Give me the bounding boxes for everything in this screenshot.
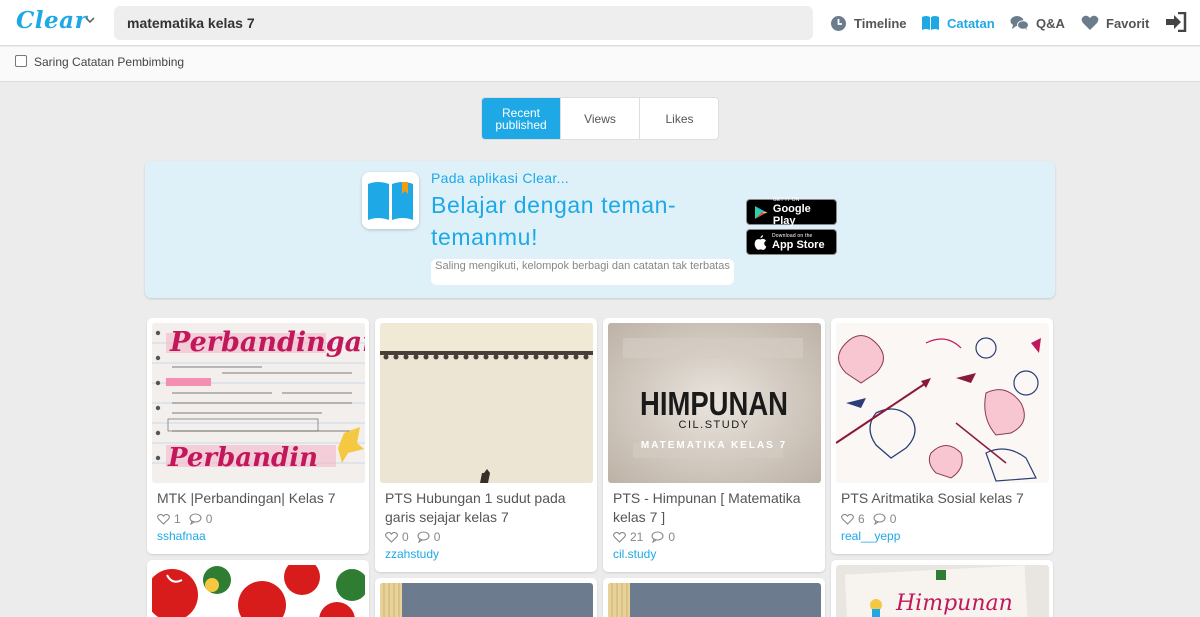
comment-count: 0	[889, 512, 897, 526]
google-play-icon	[754, 205, 768, 219]
nav-favorit-label: Favorit	[1106, 15, 1150, 31]
nav-timeline-label: Timeline	[854, 15, 907, 31]
note-thumbnail[interactable]: Perbandingan Perbandin	[152, 323, 365, 483]
chevron-down-icon[interactable]	[84, 15, 96, 25]
note-title[interactable]: MTK |Perbandingan| Kelas 7	[157, 489, 362, 508]
note-thumbnail[interactable]: HIMPUNAN CIL.STUDY MATEMATIKA KELAS 7	[608, 323, 821, 483]
thumb-title-top: Perbandingan	[169, 327, 365, 358]
note-card[interactable]: Himpunan	[831, 560, 1053, 617]
note-thumbnail[interactable]	[380, 583, 593, 617]
tab-views[interactable]: Views	[561, 98, 640, 139]
apple-icon	[754, 234, 767, 250]
note-card[interactable]: Perbandingan Perbandin MTK |Perbandingan…	[147, 318, 369, 554]
note-stats: 1 0	[157, 512, 220, 526]
heart-icon	[1081, 15, 1099, 30]
comment-count: 0	[205, 512, 213, 526]
filter-checkbox[interactable]	[15, 55, 27, 67]
promo-title: Belajar dengan teman- temanmu!	[431, 189, 731, 253]
like-count: 1	[174, 512, 181, 526]
note-thumbnail[interactable]	[608, 583, 821, 617]
heart-outline-icon	[841, 513, 854, 525]
chat-icon	[1010, 16, 1029, 31]
note-thumbnail[interactable]: Himpunan	[836, 565, 1049, 617]
note-author[interactable]: real__yepp	[841, 529, 900, 543]
note-card[interactable]: HIMPUNAN CIL.STUDY MATEMATIKA KELAS 7 PT…	[603, 318, 825, 572]
heart-outline-icon	[613, 531, 626, 543]
nav-qa[interactable]: Q&A	[1010, 13, 1065, 33]
clear-app-icon	[362, 172, 419, 229]
sign-in-icon[interactable]	[1165, 12, 1187, 32]
app-store-button[interactable]: Download on the App Store	[746, 229, 837, 255]
note-thumbnail[interactable]	[152, 565, 365, 617]
note-card[interactable]	[147, 560, 369, 617]
note-stats: 6 0	[841, 512, 904, 526]
google-play-big: Google Play	[772, 203, 811, 227]
filter-bar: Saring Catatan Pembimbing	[0, 47, 1200, 82]
app-promo-banner: Pada aplikasi Clear... Belajar dengan te…	[145, 161, 1055, 298]
note-thumbnail[interactable]	[836, 323, 1049, 483]
note-author[interactable]: cil.study	[613, 547, 656, 561]
clock-icon	[831, 15, 846, 31]
like-count: 0	[402, 530, 409, 544]
comment-outline-icon	[189, 513, 202, 525]
thumb-subtitle: CIL.STUDY	[679, 419, 750, 431]
note-author[interactable]: zzahstudy	[385, 547, 439, 561]
app-store-big: App Store	[772, 239, 825, 251]
heart-outline-icon	[157, 513, 170, 525]
like-count: 6	[858, 512, 865, 526]
promo-subtitle: Pada aplikasi Clear...	[431, 170, 570, 186]
nav-catatan-label: Catatan	[947, 15, 995, 31]
search-input[interactable]	[114, 6, 813, 40]
tab-recent-published[interactable]: Recent published	[482, 98, 561, 139]
thumb-caption: MATEMATIKA KELAS 7	[641, 440, 787, 451]
comment-count: 0	[668, 530, 676, 544]
comment-outline-icon	[651, 531, 664, 543]
filter-label[interactable]: Saring Catatan Pembimbing	[34, 55, 184, 69]
thumb-title: Himpunan	[895, 591, 1013, 616]
note-card[interactable]	[375, 578, 597, 617]
comment-count: 0	[433, 530, 441, 544]
comment-outline-icon	[873, 513, 886, 525]
note-stats: 0 0	[385, 530, 448, 544]
google-play-button[interactable]: GET IT ON Google Play	[746, 197, 837, 227]
book-icon	[922, 16, 939, 30]
top-header: Clear Timeline Catatan Q&A Favorit	[0, 0, 1200, 46]
tab-likes[interactable]: Likes	[640, 98, 718, 139]
promo-title-line-2: temanmu!	[431, 224, 539, 250]
thumb-title-bottom: Perbandin	[167, 443, 318, 473]
note-title[interactable]: PTS Hubungan 1 sudut pada garis sejajar …	[385, 489, 590, 527]
nav-qa-label: Q&A	[1036, 15, 1065, 31]
note-stats: 21 0	[613, 530, 683, 544]
note-author[interactable]: sshafnaa	[157, 529, 206, 543]
comment-outline-icon	[417, 531, 430, 543]
nav-timeline[interactable]: Timeline	[830, 13, 907, 33]
note-title[interactable]: PTS Aritmatika Sosial kelas 7	[841, 489, 1046, 508]
heart-outline-icon	[385, 531, 398, 543]
note-card[interactable]: PTS Hubungan 1 sudut pada garis sejajar …	[375, 318, 597, 572]
sort-tabs: Recent published Views Likes	[481, 97, 719, 140]
like-count: 21	[630, 530, 644, 544]
nav-favorit[interactable]: Favorit	[1081, 13, 1149, 33]
note-card[interactable]	[603, 578, 825, 617]
clear-logo[interactable]: Clear	[16, 7, 87, 34]
note-thumbnail[interactable]	[380, 323, 593, 483]
note-title[interactable]: PTS - Himpunan [ Matematika kelas 7 ]	[613, 489, 818, 527]
promo-description: Saling mengikuti, kelompok berbagi dan c…	[431, 259, 734, 285]
promo-title-line-1: Belajar dengan teman-	[431, 192, 677, 218]
nav-catatan[interactable]: Catatan	[921, 13, 995, 33]
note-card[interactable]: PTS Aritmatika Sosial kelas 7 6 0 real__…	[831, 318, 1053, 554]
thumb-title: HIMPUNAN	[640, 385, 788, 422]
